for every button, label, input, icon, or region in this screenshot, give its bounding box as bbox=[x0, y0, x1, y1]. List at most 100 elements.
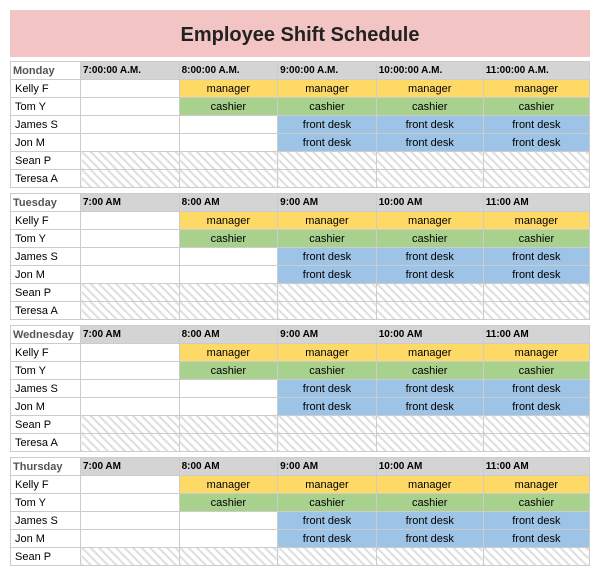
shift-cell: cashier bbox=[179, 362, 278, 380]
shift-cell bbox=[81, 494, 180, 512]
shift-cell: manager bbox=[376, 80, 483, 98]
shift-cell bbox=[179, 530, 278, 548]
day-label: Thursday bbox=[11, 458, 81, 476]
shift-cell: manager bbox=[278, 212, 377, 230]
shift-cell bbox=[483, 152, 589, 170]
shift-cell: front desk bbox=[376, 380, 483, 398]
shift-cell bbox=[278, 170, 377, 188]
shift-cell: manager bbox=[278, 80, 377, 98]
table-row: Jon Mfront deskfront deskfront desk bbox=[11, 530, 590, 548]
shift-cell: cashier bbox=[179, 98, 278, 116]
table-row: Kelly Fmanagermanagermanagermanager bbox=[11, 344, 590, 362]
shift-cell bbox=[179, 512, 278, 530]
employee-name: Jon M bbox=[11, 134, 81, 152]
time-header: 8:00 AM bbox=[179, 458, 278, 476]
employee-name: Tom Y bbox=[11, 230, 81, 248]
title-area: Employee Shift Schedule bbox=[10, 10, 590, 57]
shift-cell bbox=[179, 548, 278, 566]
shift-cell bbox=[179, 170, 278, 188]
table-row: Teresa A bbox=[11, 434, 590, 452]
table-row: James Sfront deskfront deskfront desk bbox=[11, 512, 590, 530]
shift-cell bbox=[81, 530, 180, 548]
shift-cell bbox=[179, 302, 278, 320]
table-row: James Sfront deskfront deskfront desk bbox=[11, 248, 590, 266]
time-header: 7:00 AM bbox=[81, 194, 180, 212]
table-row: Tom Ycashiercashiercashiercashier bbox=[11, 494, 590, 512]
shift-cell: cashier bbox=[278, 362, 377, 380]
shift-cell: front desk bbox=[278, 380, 377, 398]
shift-cell: front desk bbox=[376, 512, 483, 530]
table-row: Tom Ycashiercashiercashiercashier bbox=[11, 362, 590, 380]
shift-cell bbox=[179, 434, 278, 452]
shift-cell: cashier bbox=[376, 98, 483, 116]
employee-name: Kelly F bbox=[11, 476, 81, 494]
shift-cell bbox=[278, 152, 377, 170]
shift-cell: manager bbox=[179, 212, 278, 230]
time-header: 9:00:00 A.M. bbox=[278, 62, 377, 80]
day-label: Tuesday bbox=[11, 194, 81, 212]
shift-cell bbox=[81, 434, 180, 452]
shift-cell: front desk bbox=[376, 248, 483, 266]
shift-cell: front desk bbox=[278, 530, 377, 548]
employee-name: James S bbox=[11, 380, 81, 398]
shift-cell bbox=[81, 248, 180, 266]
employee-name: Sean P bbox=[11, 152, 81, 170]
shift-cell: front desk bbox=[278, 248, 377, 266]
shift-cell bbox=[81, 170, 180, 188]
shift-cell bbox=[179, 284, 278, 302]
employee-name: Tom Y bbox=[11, 494, 81, 512]
shift-cell bbox=[81, 116, 180, 134]
table-row: Jon Mfront deskfront deskfront desk bbox=[11, 134, 590, 152]
employee-name: James S bbox=[11, 512, 81, 530]
shift-cell: front desk bbox=[278, 116, 377, 134]
shift-cell bbox=[483, 302, 589, 320]
shift-cell: front desk bbox=[376, 266, 483, 284]
shift-cell: front desk bbox=[376, 134, 483, 152]
employee-name: Teresa A bbox=[11, 170, 81, 188]
employee-name: Kelly F bbox=[11, 80, 81, 98]
shift-cell bbox=[81, 476, 180, 494]
shift-cell bbox=[483, 416, 589, 434]
shift-cell: front desk bbox=[483, 512, 589, 530]
table-row: Tom Ycashiercashiercashiercashier bbox=[11, 98, 590, 116]
shift-cell bbox=[81, 98, 180, 116]
shift-cell bbox=[81, 398, 180, 416]
shift-cell bbox=[376, 548, 483, 566]
shift-cell: manager bbox=[179, 344, 278, 362]
time-header: 10:00:00 A.M. bbox=[376, 62, 483, 80]
shift-cell bbox=[81, 302, 180, 320]
shift-cell bbox=[81, 134, 180, 152]
table-row: Jon Mfront deskfront deskfront desk bbox=[11, 266, 590, 284]
shift-cell: cashier bbox=[278, 494, 377, 512]
employee-name: Jon M bbox=[11, 530, 81, 548]
shift-cell: cashier bbox=[483, 230, 589, 248]
shift-cell bbox=[376, 302, 483, 320]
shift-cell: front desk bbox=[483, 266, 589, 284]
table-row: James Sfront deskfront deskfront desk bbox=[11, 116, 590, 134]
shift-cell bbox=[81, 380, 180, 398]
shift-cell bbox=[179, 152, 278, 170]
shift-cell: manager bbox=[376, 476, 483, 494]
shift-cell: cashier bbox=[483, 98, 589, 116]
shift-cell bbox=[278, 434, 377, 452]
shift-cell: front desk bbox=[278, 134, 377, 152]
shift-cell bbox=[81, 266, 180, 284]
shift-cell: manager bbox=[483, 344, 589, 362]
time-header: 11:00 AM bbox=[483, 458, 589, 476]
shift-cell bbox=[81, 152, 180, 170]
shift-cell bbox=[81, 416, 180, 434]
shift-cell: manager bbox=[278, 344, 377, 362]
table-row: Sean P bbox=[11, 152, 590, 170]
time-header: 8:00 AM bbox=[179, 326, 278, 344]
day-label: Monday bbox=[11, 62, 81, 80]
time-header: 7:00:00 A.M. bbox=[81, 62, 180, 80]
employee-name: James S bbox=[11, 116, 81, 134]
shift-cell: front desk bbox=[376, 398, 483, 416]
shift-cell bbox=[278, 284, 377, 302]
table-row: Tom Ycashiercashiercashiercashier bbox=[11, 230, 590, 248]
shift-cell: front desk bbox=[483, 116, 589, 134]
shift-cell: front desk bbox=[278, 398, 377, 416]
employee-name: Kelly F bbox=[11, 344, 81, 362]
shift-cell bbox=[179, 134, 278, 152]
shift-cell bbox=[376, 170, 483, 188]
